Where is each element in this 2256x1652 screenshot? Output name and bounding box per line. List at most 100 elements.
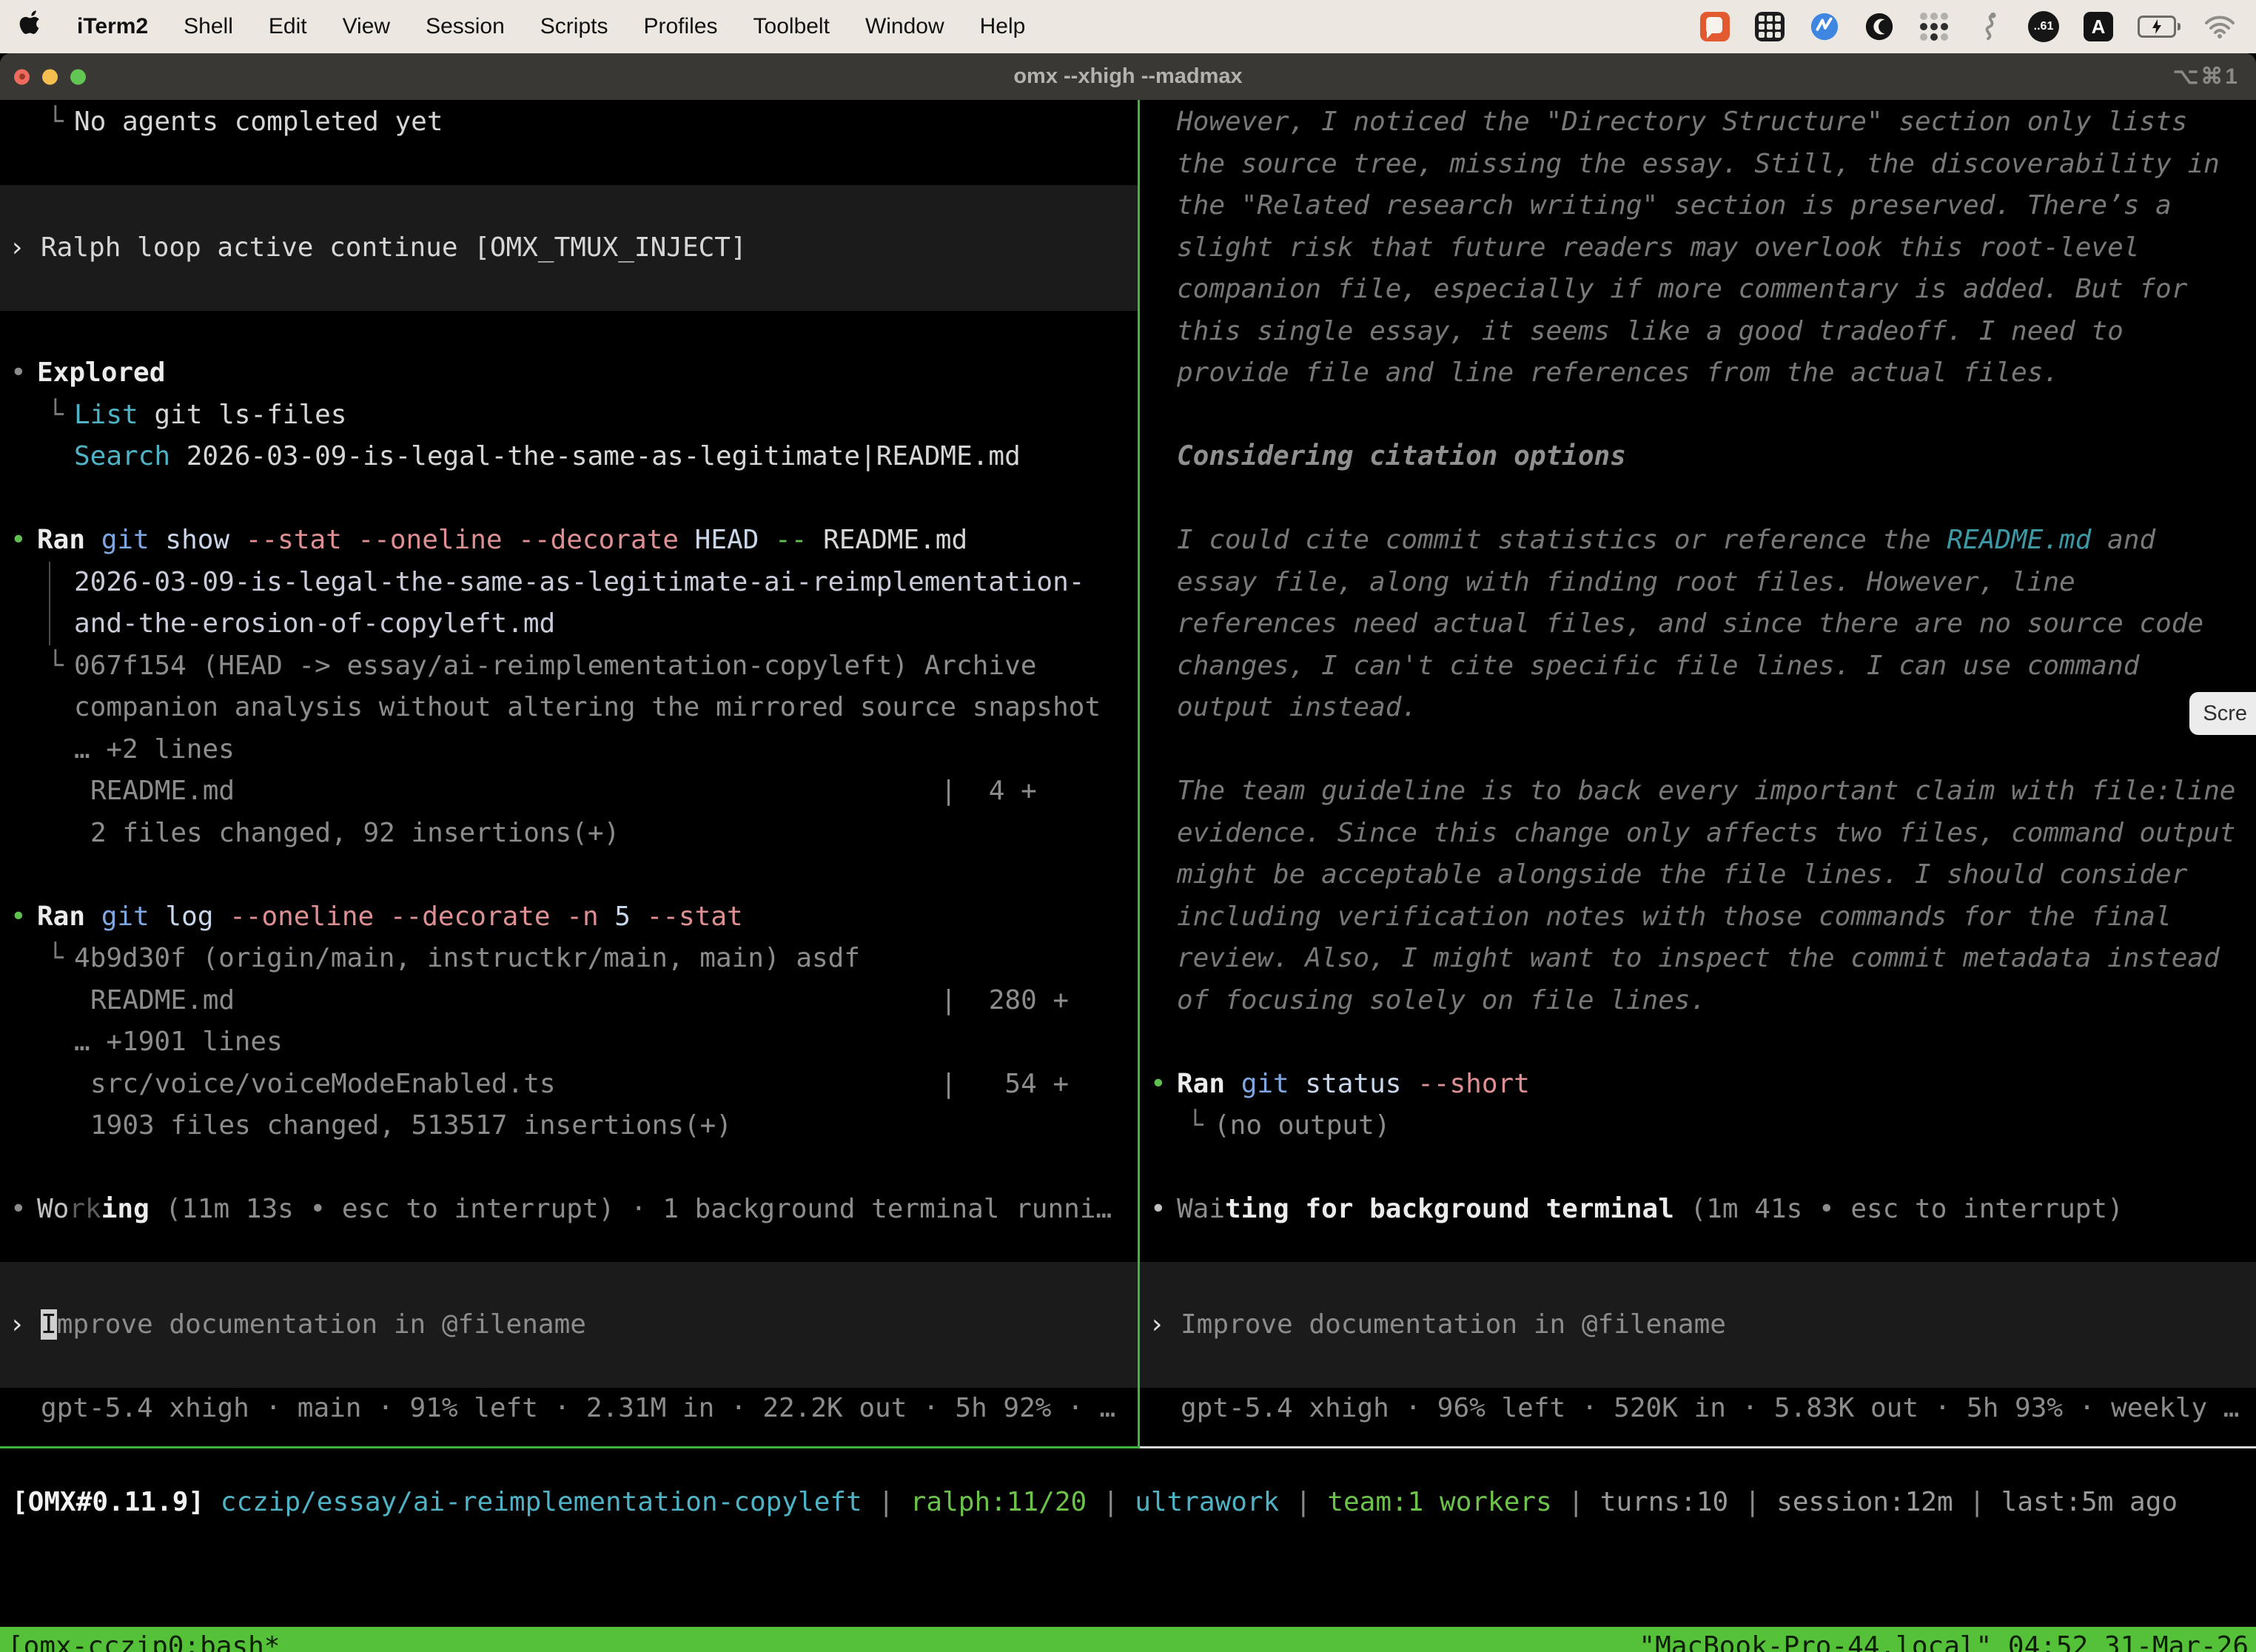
close-button[interactable] [14,69,30,84]
tmux-window-label[interactable]: [omx-cczip0:bash* [7,1627,280,1652]
reasoning-line: this single essay, it seems like a good … [1140,311,2256,353]
menu-scripts[interactable]: Scripts [540,14,608,39]
readme-link[interactable]: README.md [1947,525,2091,555]
menu-status-icons: ..61 A [1698,10,2237,44]
bullet-icon: • [1150,1189,1177,1231]
tree-line [49,603,74,645]
prompt-chevron-icon: › [1149,1309,1181,1340]
zoom-button[interactable] [70,69,86,84]
reasoning-line: I could cite commit statistics or refere… [1140,520,2256,562]
pane-left[interactable]: └No agents completed yet ›Ralph loop act… [0,100,1138,1448]
battery-percent-badge-icon[interactable]: ..61 [2027,10,2061,44]
menu-help[interactable]: Help [980,14,1026,39]
reasoning-line: including verification notes with those … [1140,896,2256,939]
menu-items: iTerm2 Shell Edit View Session Scripts P… [19,10,1025,43]
reasoning-line: essay file, along with finding root file… [1140,562,2256,604]
window-shortcut-badge: ⌥⌘1 [2173,64,2240,90]
reasoning-line: the "Related research writing" section i… [1140,185,2256,227]
explored-list-row: └List git ls-files [0,394,1138,437]
reasoning-line: slight risk that future readers may over… [1140,227,2256,269]
git-log-output-row: └4b9d30f (origin/main, instructkr/main, … [0,938,1138,980]
reasoning-line: provide file and line references from th… [1140,352,2256,394]
window-controls [14,69,86,84]
dots-grid-icon[interactable] [1917,10,1951,44]
input-source-icon[interactable]: A [2081,10,2115,44]
window-titlebar: omx --xhigh --madmax ⌥⌘1 [0,53,2256,100]
apple-menu[interactable] [19,10,41,43]
git-log-stat-row: 1903 files changed, 513517 insertions(+) [0,1105,1138,1147]
tmux-host-clock: "MacBook-Pro-44.local" 04:52 31-Mar-26 [1639,1627,2249,1652]
tree-corner-icon: └ [47,645,74,688]
chat-app-icon[interactable] [1698,10,1732,44]
prompt-chevron-icon: › [9,232,41,263]
menu-window[interactable]: Window [865,14,944,39]
crescent-app-icon[interactable] [1862,10,1896,44]
menu-shell[interactable]: Shell [184,14,233,39]
reasoning-line: might be acceptable alongside the file l… [1140,854,2256,896]
ran-git-status-row: •Ran git status --short [1140,1064,2256,1106]
tmux-panes: └No agents completed yet ›Ralph loop act… [0,100,2256,1448]
apple-icon [19,10,41,43]
squiggle-icon[interactable] [1972,10,2006,44]
omx-ralph-counter: ralph:11/20 [910,1487,1087,1517]
bottom-area: [OMX#0.11.9] cczip/essay/ai-reimplementa… [0,1482,2256,1652]
bolt-badge-icon[interactable] [1807,10,1842,44]
status-line-right: gpt-5.4 xhigh · 96% left · 520K in · 5.8… [1140,1388,2256,1430]
battery-charging-icon[interactable] [2136,10,2182,44]
text-cursor: I [41,1309,57,1340]
omx-path: cczip/essay/ai-reimplementation-copyleft [221,1487,862,1517]
bullet-icon: • [10,896,37,939]
menu-toolbelt[interactable]: Toolbelt [753,14,830,39]
reasoning-line: companion file, especially if more comme… [1140,269,2256,311]
bullet-icon: • [10,352,37,394]
explored-search-row: Search 2026-03-09-is-legal-the-same-as-l… [0,436,1138,478]
git-show-more-row: … +2 lines [0,729,1138,771]
tree-corner-icon: └ [47,394,74,437]
menu-view[interactable]: View [343,14,390,39]
reasoning-line: evidence. Since this change only affects… [1140,813,2256,855]
omx-turns: turns:10 [1600,1487,1728,1517]
minimize-button[interactable] [42,69,58,84]
wifi-icon[interactable] [2203,10,2237,44]
menu-bar: iTerm2 Shell Edit View Session Scripts P… [0,0,2256,53]
reasoning-line: output instead. [1140,687,2256,729]
status-line-left: gpt-5.4 xhigh · main · 91% left · 2.31M … [0,1388,1138,1430]
omx-status-bar: [OMX#0.11.9] cczip/essay/ai-reimplementa… [0,1482,2256,1523]
git-show-stat-row: README.md | 4 + [0,770,1138,813]
git-show-output-row: companion analysis without altering the … [0,687,1138,729]
explored-header-row: •Explored [0,352,1138,394]
agents-note-row: └No agents completed yet [0,101,1138,144]
reasoning-line: references need actual files, and since … [1140,603,2256,645]
screen: iTerm2 Shell Edit View Session Scripts P… [0,0,2256,1652]
reasoning-line: changes, I can't cite specific file line… [1140,645,2256,688]
omx-session: session:12m [1776,1487,1953,1517]
reasoning-line: The team guideline is to back every impo… [1140,770,2256,813]
git-log-stat-row: README.md | 280 + [0,980,1138,1022]
tree-corner-icon: └ [47,101,74,144]
menu-edit[interactable]: Edit [269,14,307,39]
tree-line [49,562,74,604]
prompt-input-right[interactable]: ›Improve documentation in @filename [1140,1262,2256,1388]
tree-corner-icon: └ [1187,1105,1214,1147]
reasoning-heading: Considering citation options [1140,436,2256,478]
ran-git-show-row: •Ran git show --stat --oneline --decorat… [0,520,1138,562]
reasoning-line: However, I noticed the "Directory Struct… [1140,101,2256,144]
bullet-icon: • [10,520,37,562]
ralph-injected-prompt[interactable]: ›Ralph loop active continue [OMX_TMUX_IN… [0,185,1138,311]
git-log-more-row: … +1901 lines [0,1021,1138,1064]
keyboard-app-icon[interactable] [1753,10,1787,44]
menu-iterm2[interactable]: iTerm2 [77,14,148,39]
pane-right[interactable]: However, I noticed the "Directory Struct… [1140,100,2256,1448]
git-status-output-row: └(no output) [1140,1105,2256,1147]
reasoning-line: review. Also, I might want to inspect th… [1140,938,2256,980]
prompt-input-left[interactable]: ›Improve documentation in @filename [0,1262,1138,1388]
menu-profiles[interactable]: Profiles [643,14,717,39]
git-log-stat-row: src/voice/voiceModeEnabled.ts | 54 + [0,1064,1138,1106]
tmux-status-bar: [omx-cczip0:bash* "MacBook-Pro-44.local"… [0,1627,2256,1652]
git-show-wrap-row: and-the-erosion-of-copyleft.md [0,603,1138,645]
bullet-icon: • [1150,1064,1177,1106]
menu-session[interactable]: Session [426,14,505,39]
omx-team: team:1 workers [1327,1487,1551,1517]
waiting-status-row: •Waiting for background terminal (1m 41s… [1140,1189,2256,1231]
git-show-wrap-row: 2026-03-09-is-legal-the-same-as-legitima… [0,562,1138,604]
